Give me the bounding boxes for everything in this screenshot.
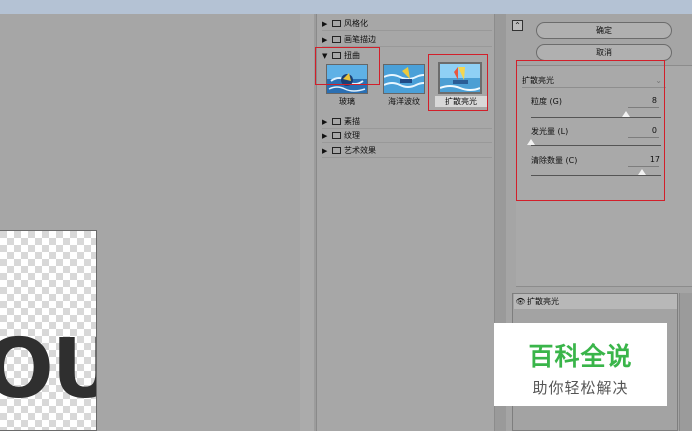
folder-stylize[interactable]: ▶ 风格化 (322, 18, 492, 31)
folder-label: 风格化 (344, 19, 368, 28)
folder-artistic[interactable]: ▶ 艺术效果 (322, 145, 492, 158)
effect-layer-row[interactable]: 👁扩散亮光 (514, 294, 677, 309)
folder-label: 纹理 (344, 131, 360, 140)
folder-texture[interactable]: ▶ 纹理 (322, 130, 492, 143)
ocean-ripple-thumbnail-image (384, 65, 424, 93)
folder-icon (332, 147, 341, 154)
watermark-logo: 百科全说 助你轻松解决 (494, 323, 667, 406)
folder-label: 素描 (344, 117, 360, 126)
folder-icon (332, 118, 341, 125)
folder-icon (332, 36, 341, 43)
ok-button[interactable]: 确定 (536, 22, 672, 39)
layers-scrollbar[interactable] (679, 293, 692, 431)
folder-icon (332, 132, 341, 139)
preview-canvas[interactable]: OU (0, 230, 97, 431)
highlight-distort-folder (315, 47, 380, 85)
highlight-params (516, 60, 665, 201)
thumb-label-glass: 玻璃 (339, 97, 355, 106)
window-title-bar (0, 0, 692, 14)
triangle-right-icon: ▶ (322, 118, 328, 126)
thumb-ocean-ripple[interactable] (383, 64, 425, 94)
folder-brush-strokes[interactable]: ▶ 画笔描边 (322, 34, 492, 47)
eye-icon[interactable]: 👁 (514, 294, 527, 309)
thumb-label-ocean-ripple: 海洋波纹 (388, 97, 420, 106)
folder-label: 画笔描边 (344, 35, 376, 44)
triangle-right-icon: ▶ (322, 132, 328, 140)
triangle-right-icon: ▶ (322, 147, 328, 155)
canvas-text: OU (0, 329, 96, 411)
watermark-title: 百科全说 (528, 342, 633, 371)
preview-scrollbar[interactable] (300, 14, 314, 431)
cancel-button[interactable]: 取消 (536, 44, 672, 61)
effect-layer-label: 扩散亮光 (527, 297, 559, 306)
folder-label: 艺术效果 (344, 146, 376, 155)
triangle-right-icon: ▶ (322, 36, 328, 44)
triangle-right-icon: ▶ (322, 20, 328, 28)
highlight-diffuse-glow-thumb (428, 54, 488, 111)
folder-sketch[interactable]: ▶ 素描 (322, 116, 492, 129)
folder-icon (332, 20, 341, 27)
watermark-subtitle: 助你轻松解决 (532, 379, 629, 397)
collapse-icon[interactable]: ⌃ (512, 20, 523, 31)
